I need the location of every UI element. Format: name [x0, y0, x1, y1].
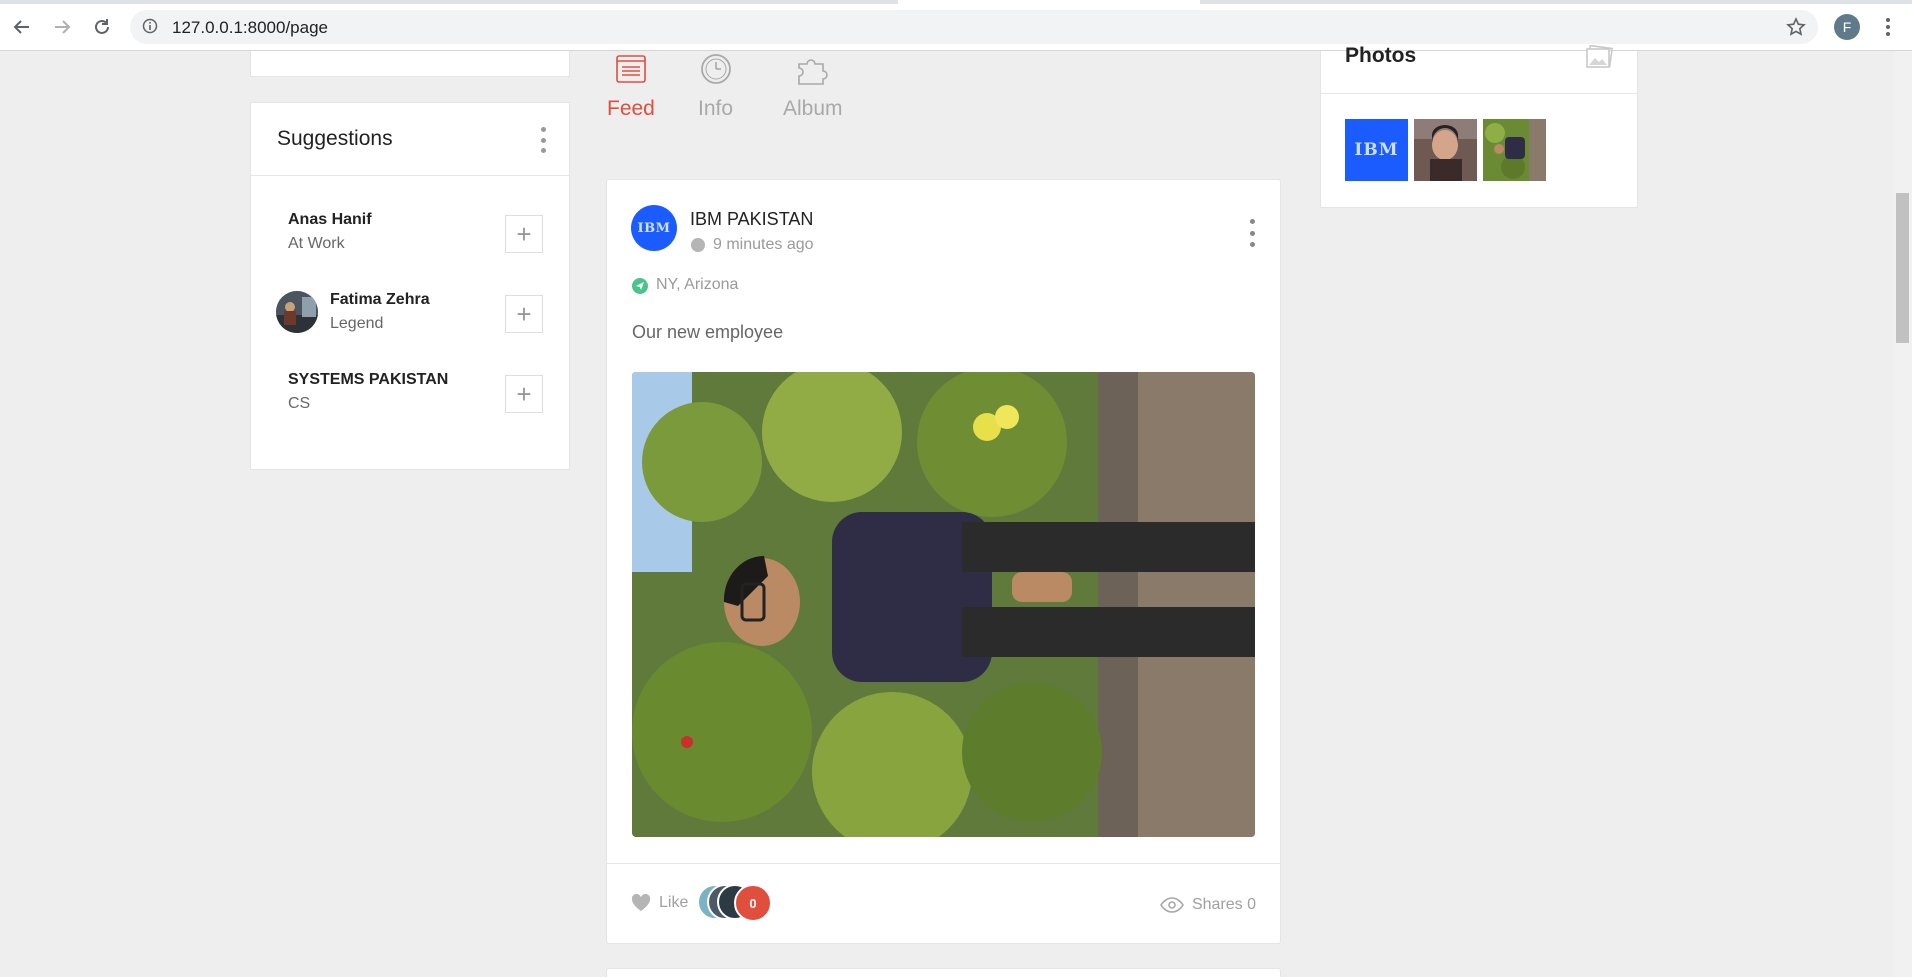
divider: [607, 863, 1280, 864]
tab-info[interactable]: Info: [698, 52, 733, 121]
back-button[interactable]: [8, 13, 36, 41]
add-friend-button[interactable]: +: [505, 215, 543, 253]
browser-menu-icon[interactable]: [1878, 14, 1898, 40]
plus-icon: +: [516, 379, 532, 409]
image-gallery-icon[interactable]: [1585, 45, 1613, 69]
post-time: 9 minutes ago: [713, 236, 814, 253]
avatar[interactable]: [276, 291, 318, 333]
post-location[interactable]: NY, Arizona: [656, 276, 738, 294]
photos-card: Photos IBM: [1320, 44, 1638, 208]
reload-icon: [95, 19, 109, 34]
suggestions-card: Suggestions Anas Hanif At Work + Fatima …: [250, 102, 570, 470]
profile-card-bottom: [250, 51, 570, 77]
post-author[interactable]: IBM PAKISTAN: [690, 209, 813, 230]
author-avatar[interactable]: IBM: [631, 205, 677, 251]
eye-icon: [1160, 897, 1184, 913]
photo-thumbnail[interactable]: [1414, 119, 1477, 181]
thumbnail-image: [1414, 119, 1477, 181]
suggestions-title: Suggestions: [277, 127, 393, 150]
post-options-icon[interactable]: [1250, 219, 1256, 247]
bookmark-star-icon[interactable]: [1786, 17, 1806, 37]
suggestions-header: Suggestions: [251, 103, 569, 176]
suggestion-item: Anas Hanif At Work +: [251, 205, 571, 261]
plus-icon: +: [516, 299, 532, 329]
suggestion-subtitle: CS: [288, 395, 311, 412]
tab-label: Feed: [607, 97, 655, 120]
tab-label: Album: [783, 97, 843, 120]
address-bar[interactable]: 127.0.0.1:8000/page: [130, 10, 1818, 44]
next-post-card: [606, 968, 1281, 977]
like-count-badge: 0: [734, 884, 772, 922]
photo-thumbnail[interactable]: IBM: [1345, 119, 1408, 181]
active-tab[interactable]: [898, 0, 1200, 4]
plus-icon: +: [516, 219, 532, 249]
forward-arrow-icon: [55, 20, 71, 34]
back-arrow-icon: [13, 20, 29, 34]
heart-icon[interactable]: [631, 894, 651, 912]
browser-toolbar: 127.0.0.1:8000/page F: [0, 0, 1912, 51]
suggestion-name[interactable]: Anas Hanif: [288, 211, 372, 229]
post-image[interactable]: [632, 372, 1255, 837]
feed-icon: [616, 55, 646, 83]
suggestion-subtitle: Legend: [330, 315, 384, 332]
add-friend-button[interactable]: +: [505, 295, 543, 333]
thumbnail-image: [1483, 119, 1546, 181]
post-card: IBM IBM PAKISTAN 9 minutes ago NY, Arizo…: [606, 179, 1281, 944]
forward-button[interactable]: [48, 13, 76, 41]
suggestion-item: Fatima Zehra Legend +: [251, 285, 571, 341]
info-icon[interactable]: [142, 18, 158, 34]
location-icon: [632, 278, 648, 294]
add-friend-button[interactable]: +: [505, 375, 543, 413]
shares-indicator[interactable]: Shares 0: [1160, 896, 1256, 914]
shares-label: Shares 0: [1191, 896, 1256, 913]
post-photo-illustration: [632, 372, 1255, 837]
avatar-photo: [276, 291, 318, 333]
clock-icon: [691, 238, 705, 252]
photo-thumbnail[interactable]: [1483, 119, 1546, 181]
url-text: 127.0.0.1:8000/page: [172, 18, 328, 37]
tab-feed[interactable]: Feed: [607, 52, 655, 121]
suggestion-name[interactable]: SYSTEMS PAKISTAN: [288, 371, 448, 389]
clock-icon: [700, 54, 731, 84]
profile-avatar[interactable]: F: [1834, 14, 1860, 40]
like-button[interactable]: Like: [659, 894, 688, 912]
scrollbar-thumb[interactable]: [1896, 193, 1909, 343]
page-scrollbar[interactable]: [1893, 51, 1912, 977]
tab-album[interactable]: Album: [783, 52, 843, 121]
reload-button[interactable]: [88, 13, 116, 41]
photos-title: Photos: [1345, 44, 1417, 67]
photos-header: Photos: [1321, 44, 1637, 94]
more-options-icon[interactable]: [541, 127, 547, 153]
tab-label: Info: [698, 97, 734, 120]
suggestion-name[interactable]: Fatima Zehra: [330, 291, 430, 309]
tab-strip: [0, 0, 1912, 4]
suggestion-item: SYSTEMS PAKISTAN CS +: [251, 365, 571, 421]
suggestion-subtitle: At Work: [288, 235, 345, 252]
post-text: Our new employee: [632, 322, 784, 342]
puzzle-icon: [797, 59, 828, 85]
